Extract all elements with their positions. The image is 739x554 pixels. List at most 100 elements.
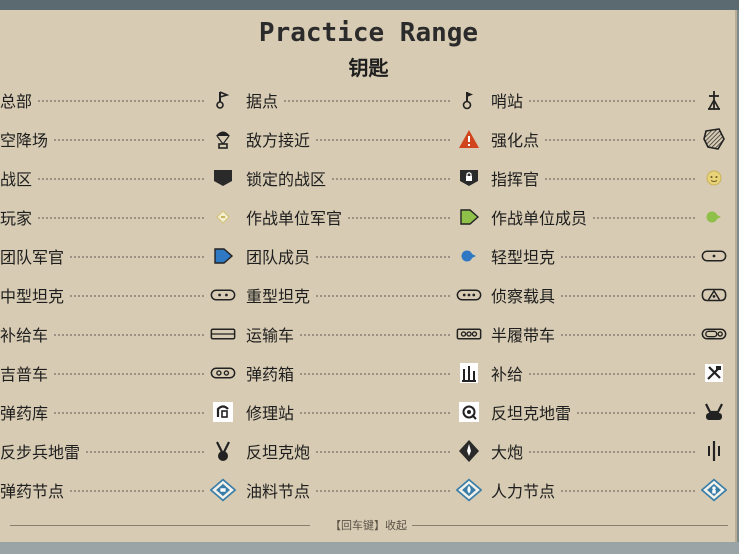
legend-entry: 玩家: [0, 197, 236, 236]
legend-entry: 运输车: [246, 314, 482, 353]
legend-entry: 团队成员: [246, 236, 482, 275]
legend-label: 战区: [0, 169, 33, 189]
outpost-flag-icon: [456, 87, 482, 113]
leader-dots: [38, 177, 204, 180]
legend-entry: 哨站: [491, 80, 727, 119]
ammo-box-icon: [456, 360, 482, 386]
legend-entry: 油料节点: [246, 470, 482, 509]
legend-entry: 弹药库: [0, 392, 236, 431]
legend-row: 弹药节点 油料节点 人力节点: [0, 470, 737, 509]
heavy-tank-icon: [456, 282, 482, 308]
unit-member-icon: [701, 204, 727, 230]
legend-entry: 反步兵地雷: [0, 431, 236, 470]
legend-row: 弹药库 修理站 反坦克地雷: [0, 392, 737, 431]
leader-dots: [54, 333, 204, 336]
fuel-node-icon: [456, 477, 482, 503]
leader-dots: [70, 489, 204, 492]
legend-label: 作战单位军官: [246, 208, 343, 228]
leader-dots: [529, 372, 695, 375]
team-officer-icon: [210, 243, 236, 269]
jeep-icon: [210, 360, 236, 386]
legend-row: 中型坦克 重型坦克 侦察载具: [0, 275, 737, 314]
legend-label: 据点: [246, 91, 279, 111]
leader-dots: [545, 177, 695, 180]
legend-entry: 侦察载具: [491, 275, 727, 314]
leader-dots: [316, 294, 450, 297]
legend-entry: 空降场: [0, 119, 236, 158]
warning-triangle-icon: [456, 126, 482, 152]
legend-entry: 反坦克炮: [246, 431, 482, 470]
leader-dots: [561, 489, 695, 492]
manpower-node-icon: [701, 477, 727, 503]
sentry-tower-icon: [701, 87, 727, 113]
map-legend-panel: Practice Range 钥匙 总部 据点 哨站 空降场 敌方接近 强化点 战区 锁定的战…: [0, 10, 737, 542]
legend-row: 吉普车 弹药箱 补给: [0, 353, 737, 392]
legend-label: 空降场: [0, 130, 49, 150]
leader-dots: [54, 138, 204, 141]
sector-icon: [210, 165, 236, 191]
legend-title: Practice Range: [258, 18, 479, 48]
legend-entry: 中型坦克: [0, 275, 236, 314]
legend-row: 玩家 作战单位军官 作战单位成员: [0, 197, 737, 236]
legend-entry: 修理站: [246, 392, 482, 431]
legend-entry: 吉普车: [0, 353, 236, 392]
legend-label: 重型坦克: [246, 286, 311, 306]
leader-dots: [545, 138, 695, 141]
legend-label: 作战单位成员: [491, 208, 588, 228]
legend-label: 侦察载具: [491, 286, 556, 306]
ammo-node-icon: [210, 477, 236, 503]
locked-sector-icon: [456, 165, 482, 191]
leader-dots: [70, 255, 204, 258]
parachute-icon: [210, 126, 236, 152]
leader-dots: [577, 411, 695, 414]
leader-dots: [529, 450, 695, 453]
legend-entry: 大炮: [491, 431, 727, 470]
leader-dots: [54, 411, 204, 414]
collapse-hint[interactable]: 【回车键】收起: [0, 517, 737, 533]
leader-dots: [316, 450, 450, 453]
legend-entry: 反坦克地雷: [491, 392, 727, 431]
leader-dots: [300, 333, 450, 336]
legend-label: 反坦克炮: [246, 442, 311, 462]
leader-dots: [561, 255, 695, 258]
legend-entry: 弹药箱: [246, 353, 482, 392]
player-icon: [210, 204, 236, 230]
team-member-icon: [456, 243, 482, 269]
leader-dots: [86, 450, 204, 453]
legend-label: 油料节点: [246, 481, 311, 501]
leader-dots: [348, 216, 450, 219]
legend-row: 团队军官 团队成员 轻型坦克: [0, 236, 737, 275]
legend-entry: 团队军官: [0, 236, 236, 275]
commander-icon: [701, 165, 727, 191]
legend-grid: 总部 据点 哨站 空降场 敌方接近 强化点 战区 锁定的战区 指挥官 玩家 作战单位军官 作战单位成员…: [0, 80, 737, 509]
transport-truck-icon: [456, 321, 482, 347]
legend-entry: 人力节点: [491, 470, 727, 509]
legend-label: 哨站: [491, 91, 524, 111]
legend-label: 补给车: [0, 325, 49, 345]
leader-dots: [38, 99, 204, 102]
legend-label: 中型坦克: [0, 286, 65, 306]
repair-station-icon: [456, 399, 482, 425]
leader-dots: [70, 294, 204, 297]
medium-tank-icon: [210, 282, 236, 308]
legend-label: 补给: [491, 364, 524, 384]
supply-truck-icon: [210, 321, 236, 347]
legend-label: 弹药节点: [0, 481, 65, 501]
legend-label: 弹药库: [0, 403, 49, 423]
leader-dots: [332, 177, 450, 180]
legend-label: 强化点: [491, 130, 540, 150]
legend-entry: 据点: [246, 80, 482, 119]
legend-entry: 轻型坦克: [491, 236, 727, 275]
legend-label: 轻型坦克: [491, 247, 556, 267]
leader-dots: [561, 294, 695, 297]
legend-label: 反坦克地雷: [491, 403, 572, 423]
leader-dots: [284, 99, 450, 102]
unit-officer-icon: [456, 204, 482, 230]
recon-vehicle-icon: [701, 282, 727, 308]
light-tank-icon: [701, 243, 727, 269]
leader-dots: [300, 372, 450, 375]
leader-dots: [316, 255, 450, 258]
legend-label: 锁定的战区: [246, 169, 327, 189]
ammo-depot-icon: [210, 399, 236, 425]
leader-dots: [316, 138, 450, 141]
